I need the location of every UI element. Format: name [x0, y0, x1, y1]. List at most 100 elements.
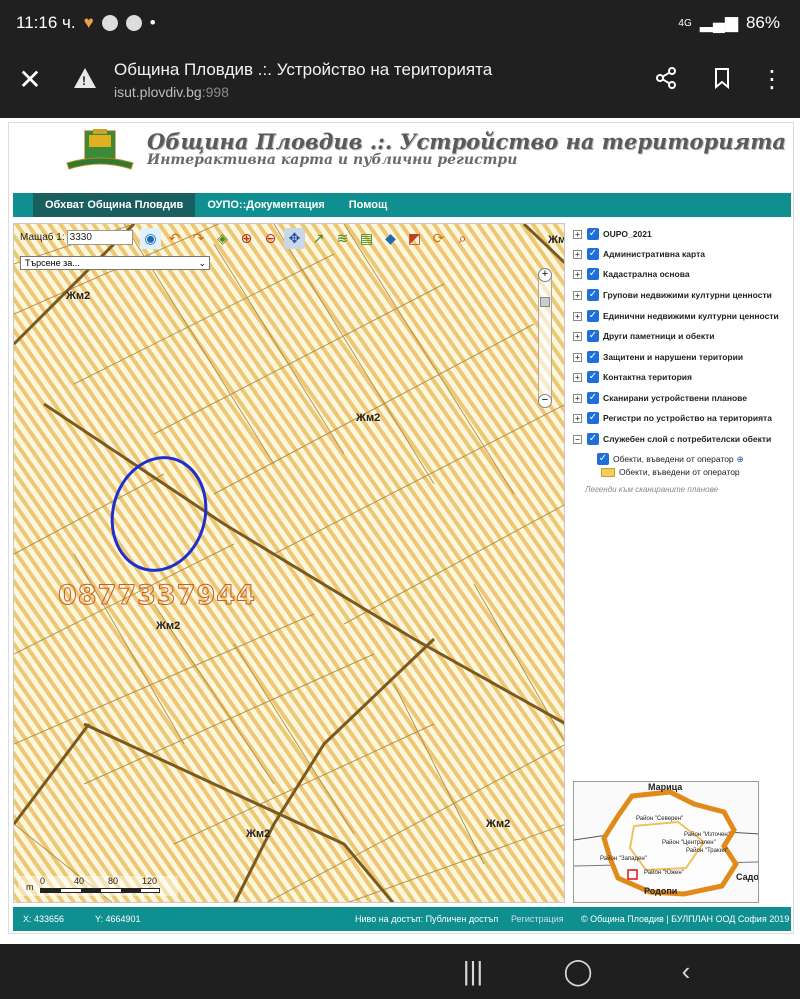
y-coordinate: Y: 4664901 [95, 914, 141, 924]
checkbox[interactable]: ✓ [587, 330, 599, 342]
layer-item[interactable]: + ✓ OUPO_2021 [573, 225, 652, 243]
url-text[interactable]: isut.plovdiv.bg:998 [114, 84, 229, 100]
page-title: Община Пловдив .:. Устройство на територ… [114, 60, 493, 79]
checkbox[interactable]: ✓ [587, 371, 599, 383]
more-notifications-dot: • [149, 13, 156, 32]
main-menu: Обхват Община Пловдив ОУПО::Документация… [13, 193, 791, 217]
layer-item[interactable]: + ✓ Защитени и нарушени територии [573, 348, 743, 366]
notification-icon: ♥ [83, 13, 94, 32]
status-footer: X: 433656 Y: 4664901 Ниво на достъп: Пуб… [13, 907, 791, 931]
signal-icon: ▂▄▆ [699, 13, 738, 32]
layer-item[interactable]: + ✓ Контактна територия [573, 368, 692, 386]
print-icon[interactable]: ▤ [356, 228, 377, 249]
refresh-icon[interactable]: ⟳ [428, 228, 449, 249]
legend-swatch [601, 467, 615, 477]
checkbox[interactable]: ✓ [587, 433, 599, 445]
register-link[interactable]: Регистрация [511, 914, 564, 924]
zone-label: Жм [548, 234, 565, 246]
search-select[interactable]: Търсене за... ⌄ [20, 256, 210, 270]
checkbox[interactable]: ✓ [597, 453, 609, 465]
bookmark-icon[interactable] [708, 66, 736, 94]
more-options-icon[interactable]: ⋮ [758, 66, 786, 94]
checkbox[interactable]: ✓ [587, 248, 599, 260]
scale-input[interactable]: 3330 [66, 230, 133, 245]
menu-item-documentation[interactable]: ОУПО::Документация [195, 193, 336, 217]
zoom-plus-button[interactable]: + [538, 268, 552, 282]
map-toolbar: ◉ ↶ ↷ ◈ ⊕ ⊖ ✥ ↗ ≋ ▤ ◆ ◩ ⟳ ⌕ [140, 228, 473, 249]
status-bar: 11:16 ч. ♥ • 4G ▂▄▆ 86% [0, 0, 800, 48]
zone-label: Жм2 [66, 290, 91, 302]
overview-map[interactable]: Марица Район "Северен" Район "Източен" Р… [573, 781, 759, 903]
layer-item[interactable]: + ✓ Сканирани устройствени планове [573, 389, 747, 407]
back-nav-icon[interactable]: ‹ [668, 956, 704, 987]
site-heading: Община Пловдив .:. Устройство на територ… [147, 129, 787, 154]
chevron-down-icon: ⌄ [198, 258, 206, 268]
back-icon[interactable]: ↶ [164, 228, 185, 249]
home-icon[interactable]: ◯ [560, 956, 596, 987]
site-subheading: Интерактивна карта и публични регистри [147, 152, 518, 168]
cadastral-map [14, 224, 564, 902]
copyright: © Община Пловдив | БУЛПЛАН ООД София 201… [581, 914, 790, 924]
menu-item-help[interactable]: Помощ [337, 193, 399, 217]
close-icon[interactable]: ✕ [16, 66, 44, 94]
checkbox[interactable]: ✓ [587, 268, 599, 280]
checkbox[interactable]: ✓ [587, 228, 599, 240]
layers-panel: + ✓ OUPO_2021 + ✓ Административна карта + ✓ Ка… [569, 223, 791, 903]
zone-label: Жм2 [246, 828, 271, 840]
zone-label: Жм2 [156, 620, 181, 632]
layer-item[interactable]: − ✓ Служебен слой с потребителски обекти [573, 430, 771, 448]
zoom-minus-button[interactable]: − [538, 394, 552, 408]
draw-icon[interactable]: ≋ [332, 228, 353, 249]
layer-item[interactable]: + ✓ Други паметници и обекти [573, 327, 715, 345]
chat-icon [125, 15, 142, 31]
legend-item: Обекти, въведени от оператор [601, 467, 740, 477]
zone-label: Жм2 [486, 818, 511, 830]
browser-toolbar: ✕ ! Община Пловдив .:. Устройство на тер… [0, 48, 800, 118]
phone-overlay: 0877337944 [58, 580, 256, 612]
layer-item[interactable]: + ✓ Административна карта [573, 245, 705, 263]
checkbox[interactable]: ✓ [587, 289, 599, 301]
checkbox[interactable]: ✓ [587, 351, 599, 363]
layers-icon[interactable]: ◈ [212, 228, 233, 249]
zoom-icon[interactable]: ⊕ [737, 454, 744, 465]
warning-icon[interactable]: ! [74, 68, 96, 88]
zoom-in-icon[interactable]: ⊕ [236, 228, 257, 249]
checkbox[interactable]: ✓ [587, 310, 599, 322]
scale-ruler: m 0 40 80 120 [18, 876, 178, 896]
globe-icon[interactable]: ◉ [140, 228, 161, 249]
layer-item[interactable]: + ✓ Групови недвижими културни ценности [573, 286, 772, 304]
layer-item[interactable]: + ✓ Единични недвижими културни ценности [573, 307, 779, 325]
ruler-bar [40, 888, 160, 893]
system-nav-bar: ||| ◯ ‹ [0, 944, 800, 999]
checkbox[interactable]: ✓ [587, 392, 599, 404]
measure-icon[interactable]: ↗ [308, 228, 329, 249]
pan-icon[interactable]: ✥ [284, 228, 305, 249]
menu-item-scope[interactable]: Обхват Община Пловдив [33, 193, 196, 217]
web-page: Община Пловдив .:. Устройство на територ… [0, 118, 800, 944]
zoom-slider-thumb[interactable] [540, 297, 550, 307]
legends-link[interactable]: Легенди към сканираните планове [585, 485, 718, 494]
layer-item[interactable]: + ✓ Регистри по устройство на територията [573, 409, 772, 427]
scale-control: Мащаб 1: 3330 [20, 230, 133, 245]
zoom-out-icon[interactable]: ⊖ [260, 228, 281, 249]
share-icon[interactable] [652, 66, 680, 94]
select-icon[interactable]: ◩ [404, 228, 425, 249]
access-level: Ниво на достъп: Публичен достъп [355, 914, 499, 924]
map-canvas[interactable]: Жм2 Жм2 Жм2 Жм2 Жм2 Жм 0877337944 Мащаб … [13, 223, 565, 903]
forward-icon[interactable]: ↷ [188, 228, 209, 249]
zone-label: Жм2 [356, 412, 381, 424]
network-type: 4G [678, 17, 692, 29]
zoom-slider[interactable]: + − [538, 268, 552, 408]
avatar-icon [101, 15, 118, 31]
x-coordinate: X: 433656 [23, 914, 65, 924]
plovdiv-logo [66, 129, 134, 170]
recents-icon[interactable]: ||| [455, 956, 491, 987]
battery-level: 86% [745, 13, 780, 32]
layer-item[interactable]: + ✓ Кадастрална основа [573, 265, 690, 283]
sublayer-item[interactable]: ✓ Обекти, въведени от оператор ⊕ [597, 453, 744, 465]
clock: 11:16 ч. [16, 13, 76, 32]
find-icon[interactable]: ⌕ [452, 228, 473, 249]
info-icon[interactable]: ◆ [380, 228, 401, 249]
site-frame: Община Пловдив .:. Устройство на територ… [8, 122, 794, 934]
checkbox[interactable]: ✓ [587, 412, 599, 424]
